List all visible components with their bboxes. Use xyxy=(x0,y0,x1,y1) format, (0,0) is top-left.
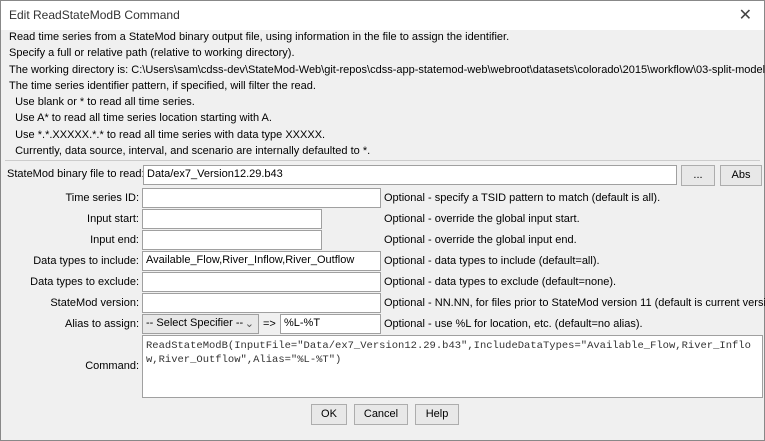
input-start-label: Input start: xyxy=(87,213,139,225)
include-input[interactable]: Available_Flow,River_Inflow,River_Outflo… xyxy=(142,251,381,271)
info-line: The working directory is: C:\Users\sam\c… xyxy=(9,63,765,76)
tsid-label: Time series ID: xyxy=(65,192,139,204)
alias-arrow: => xyxy=(263,318,276,330)
exclude-label: Data types to exclude: xyxy=(30,276,139,288)
info-line: Use blank or * to read all time series. xyxy=(9,96,195,109)
exclude-input[interactable] xyxy=(142,272,381,292)
close-icon[interactable]: ✕ xyxy=(739,5,752,25)
version-input[interactable] xyxy=(142,293,381,313)
info-line: The time series identifier pattern, if s… xyxy=(9,79,316,92)
tsid-note: Optional - specify a TSID pattern to mat… xyxy=(384,192,661,204)
dialog-window: Edit ReadStateModB Command ✕ Read time s… xyxy=(0,0,765,441)
info-line: Use A* to read all time series location … xyxy=(9,112,272,125)
alias-specifier-select[interactable]: -- Select Specifier -- ⌄ xyxy=(142,314,259,334)
info-text: Read time series from a StateMod binary … xyxy=(9,29,765,159)
include-note: Optional - data types to include (defaul… xyxy=(384,255,600,267)
input-end-label: Input end: xyxy=(90,234,139,246)
abs-button[interactable]: Abs xyxy=(720,165,762,186)
info-line: Currently, data source, interval, and sc… xyxy=(9,145,371,158)
include-label: Data types to include: xyxy=(33,255,139,267)
info-line: Specify a full or relative path (relativ… xyxy=(9,47,295,60)
help-button[interactable]: Help xyxy=(415,404,459,425)
exclude-note: Optional - data types to exclude (defaul… xyxy=(384,276,617,288)
command-textarea[interactable]: ReadStateModB(InputFile="Data/ex7_Versio… xyxy=(142,335,763,398)
command-label: Command: xyxy=(85,360,139,372)
file-label: StateMod binary file to read: xyxy=(7,168,145,180)
cancel-button[interactable]: Cancel xyxy=(354,404,408,425)
title-bar: Edit ReadStateModB Command ✕ xyxy=(1,1,764,30)
input-start-field[interactable] xyxy=(142,209,322,229)
info-line: Use *.*.XXXXX.*.* to read all time serie… xyxy=(9,128,326,141)
ok-button[interactable]: OK xyxy=(311,404,347,425)
input-end-note: Optional - override the global input end… xyxy=(384,234,577,246)
version-note: Optional - NN.NN, for files prior to Sta… xyxy=(384,297,765,309)
alias-note: Optional - use %L for location, etc. (de… xyxy=(384,318,643,330)
chevron-down-icon: ⌄ xyxy=(244,318,254,330)
tsid-input[interactable] xyxy=(142,188,381,208)
browse-button[interactable]: ... xyxy=(681,165,715,186)
input-start-note: Optional - override the global input sta… xyxy=(384,213,580,225)
separator xyxy=(5,160,760,161)
dialog-title: Edit ReadStateModB Command xyxy=(9,8,180,22)
file-input[interactable]: Data/ex7_Version12.29.b43 xyxy=(143,165,677,185)
info-line: Read time series from a StateMod binary … xyxy=(9,31,510,43)
alias-select-value: -- Select Specifier -- xyxy=(146,317,244,329)
alias-input[interactable]: %L-%T xyxy=(280,314,381,334)
version-label: StateMod version: xyxy=(50,297,139,309)
alias-label: Alias to assign: xyxy=(65,318,139,330)
input-end-field[interactable] xyxy=(142,230,322,250)
